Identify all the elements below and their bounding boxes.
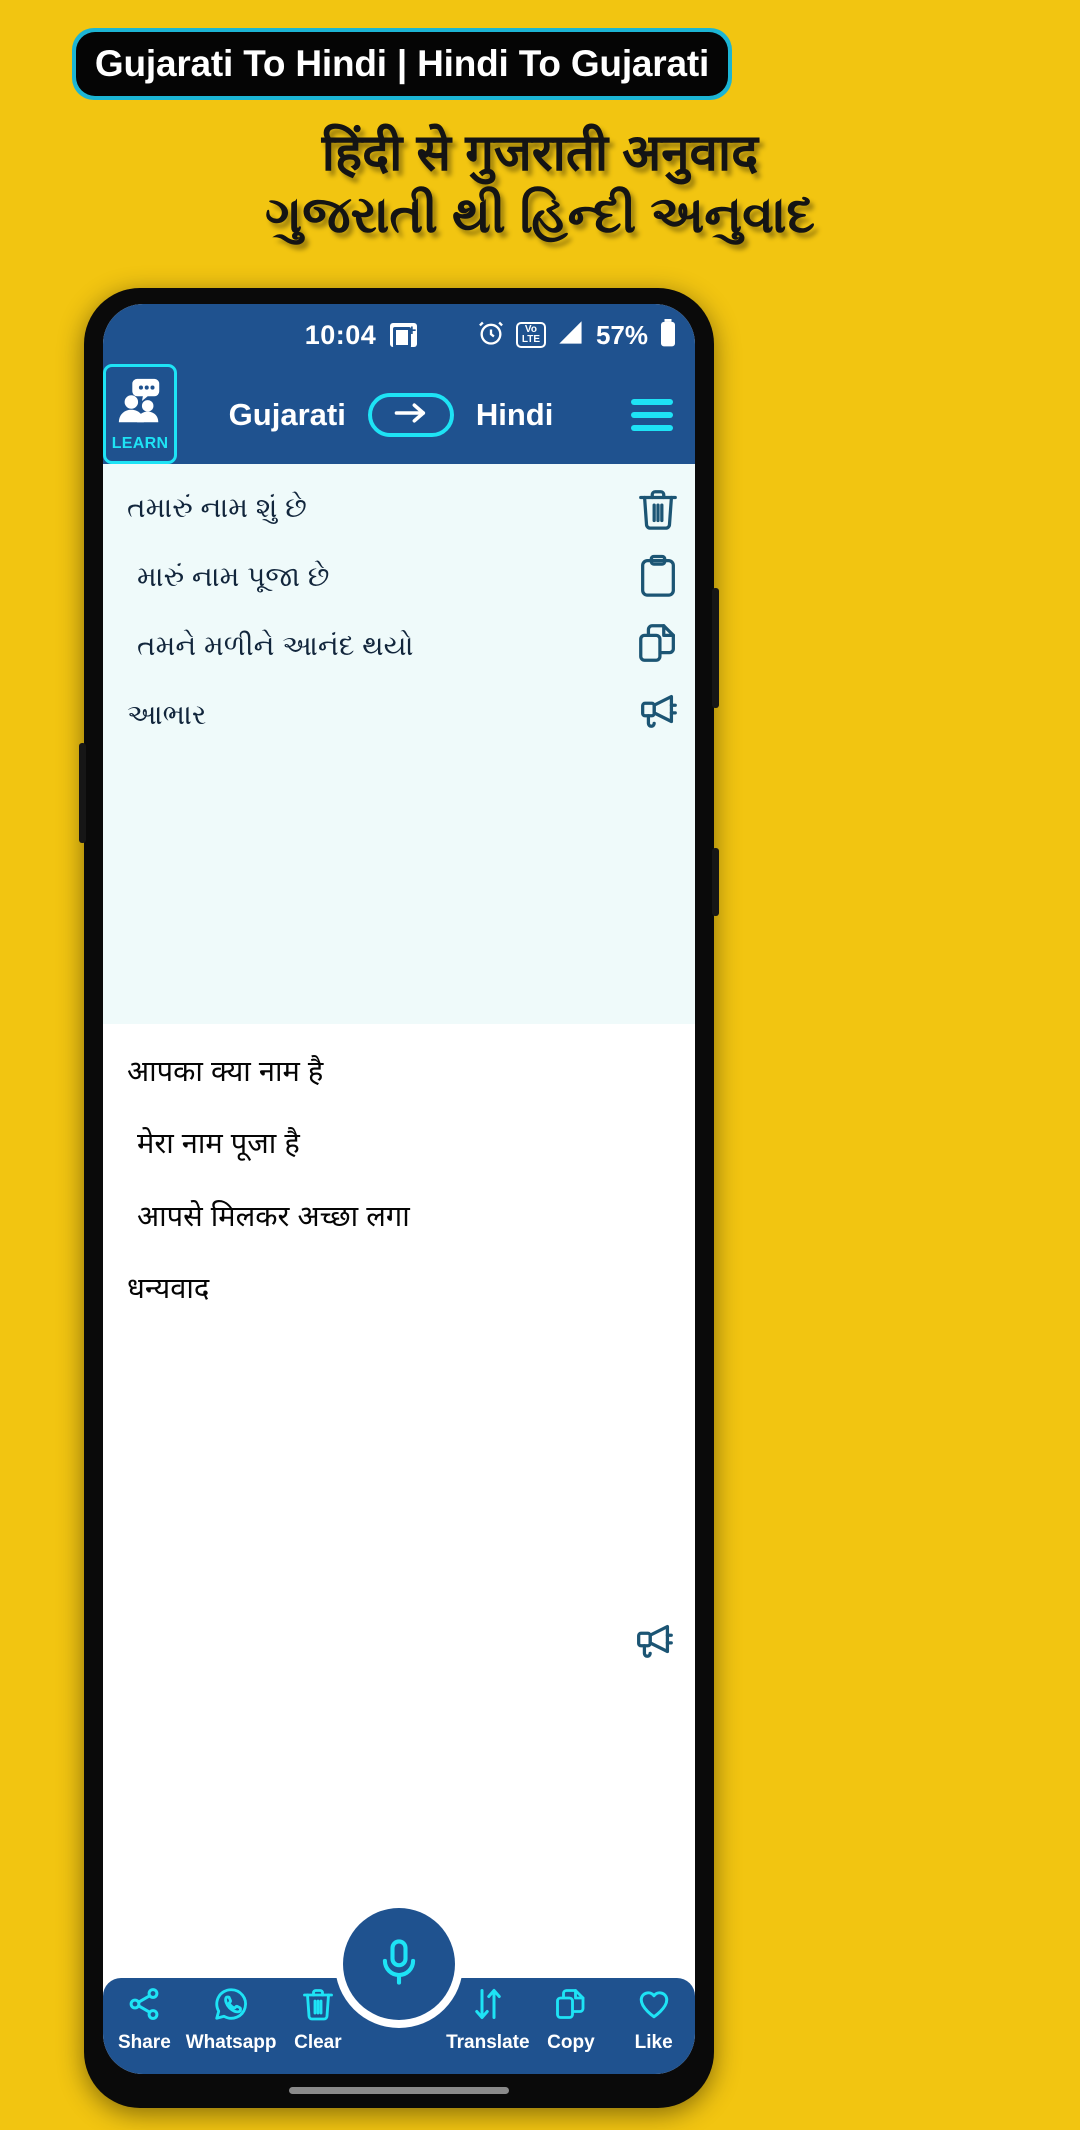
source-line: આભાર <box>127 699 207 730</box>
nav-label: Whatsapp <box>185 2032 277 2053</box>
nav-item-translate[interactable]: Translate <box>446 1986 530 2054</box>
speak-icon[interactable] <box>631 1617 677 1668</box>
microphone-button[interactable] <box>343 1908 455 2020</box>
source-line: મારું નામ પૂજા છે <box>137 561 330 592</box>
copy-icon <box>553 1986 589 2027</box>
whatsapp-icon <box>213 1986 249 2027</box>
app-toolbar: LEARN Gujarati Hindi <box>103 364 695 464</box>
translate-icon <box>470 1986 506 2027</box>
nav-item-like[interactable]: Like <box>612 1986 695 2054</box>
target-line: आपसे मिलकर अच्छा लगा <box>137 1200 410 1233</box>
nav-label: Copy <box>547 2032 595 2053</box>
source-tools <box>635 486 681 738</box>
promo-banner-title: Gujarati To Hindi | Hindi To Gujarati <box>94 43 710 84</box>
target-language-label[interactable]: Hindi <box>476 397 554 433</box>
target-text-panel[interactable]: आपका क्या नाम है मेरा नाम पूजा है आपसे म… <box>103 1024 695 1684</box>
status-time: 10:04 <box>304 319 377 350</box>
promo-banner-border: Gujarati To Hindi | Hindi To Gujarati <box>72 28 732 100</box>
gesture-bar <box>289 2087 509 2094</box>
target-line: धन्यवाद <box>127 1272 210 1305</box>
nav-label: Like <box>634 2032 673 2053</box>
copy-icon[interactable] <box>635 620 681 671</box>
promo-subtitle-hindi: हिंदी से गुजराती अनुवाद <box>321 124 759 181</box>
swap-language-button[interactable] <box>367 393 454 437</box>
volte-icon: Vo LTE <box>515 322 546 348</box>
nav-label: Clear <box>294 2032 342 2053</box>
learn-button-label: LEARN <box>111 434 169 452</box>
phone-screen: 10:04 VoLTE 57% <box>103 304 695 2074</box>
source-language-label[interactable]: Gujarati <box>229 397 346 433</box>
promo-banner: Gujarati To Hindi | Hindi To Gujarati <box>76 32 728 96</box>
nav-label: Translate <box>446 2032 530 2053</box>
microphone-icon <box>373 1936 425 1993</box>
hamburger-menu-icon[interactable] <box>631 399 673 431</box>
source-line: તમારું નામ શું છે <box>127 492 307 523</box>
arrow-right-icon <box>392 400 430 431</box>
battery-percent: 57% <box>595 319 648 350</box>
nav-item-share[interactable]: Share <box>103 1986 186 2054</box>
target-line: आपका क्या नाम है <box>127 1056 324 1088</box>
phone-frame: 10:04 VoLTE 57% <box>79 288 719 2108</box>
nav-item-whatsapp[interactable]: Whatsapp <box>186 1986 277 2054</box>
share-icon <box>126 1986 162 2027</box>
status-bar: 10:04 VoLTE 57% <box>103 304 695 366</box>
nav-item-copy[interactable]: Copy <box>530 1986 613 2054</box>
heart-icon <box>636 1986 672 2027</box>
promo-subtitle-gujarati: ગુજરાતી થી હિન્દી અનુવાદ <box>265 186 815 243</box>
signal-icon <box>557 320 585 351</box>
speak-icon[interactable] <box>635 687 681 738</box>
phone-side-button-left <box>79 743 86 843</box>
target-line: मेरा नाम पूजा है <box>137 1128 300 1161</box>
source-line: તમને મળીને આનંદ થયો <box>137 630 414 661</box>
battery-icon <box>659 318 677 352</box>
trash-icon <box>300 1986 336 2027</box>
nav-label: Share <box>117 2032 171 2053</box>
outlook-icon <box>390 323 418 348</box>
alarm-icon <box>477 319 505 352</box>
paste-icon[interactable] <box>635 553 681 604</box>
source-text-panel[interactable]: તમારું નામ શું છે મારું નામ પૂજા છે તમને… <box>103 464 695 1024</box>
delete-icon[interactable] <box>635 486 681 537</box>
phone-power-button <box>712 848 719 916</box>
phone-volume-button <box>712 588 719 708</box>
